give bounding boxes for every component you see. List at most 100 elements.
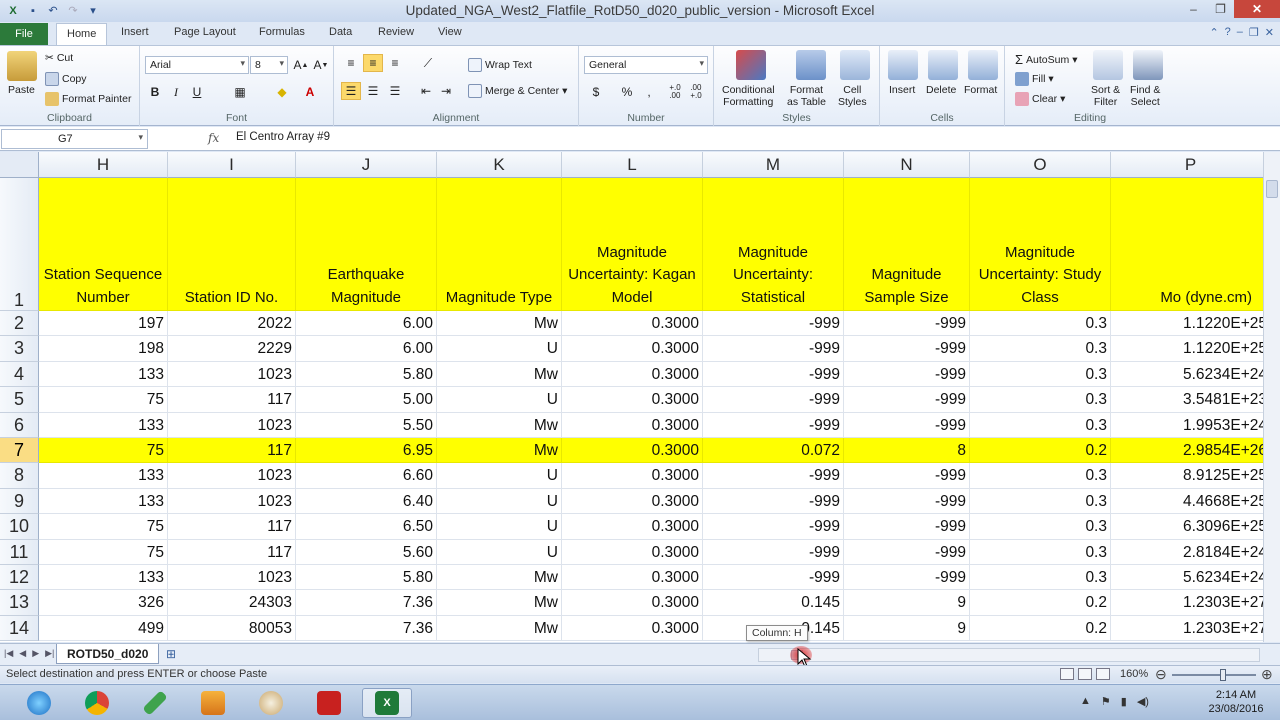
delete-button[interactable]: Delete: [926, 84, 956, 96]
next-sheet-icon[interactable]: ▶: [32, 648, 39, 659]
shrink-font-icon[interactable]: A ▼: [311, 56, 331, 74]
cell-l5[interactable]: 0.3000: [562, 387, 703, 413]
taskbar-excel[interactable]: X: [362, 688, 412, 718]
row-header-3[interactable]: 3: [0, 336, 39, 362]
cell-k7[interactable]: Mw: [437, 438, 562, 464]
column-header-n[interactable]: N: [844, 152, 970, 178]
cell-i13[interactable]: 24303: [168, 590, 296, 616]
header-cell-i[interactable]: Station ID No.: [168, 178, 296, 311]
cell-j7[interactable]: 6.95: [296, 438, 437, 464]
cell-i6[interactable]: 1023: [168, 412, 296, 438]
cell-n9[interactable]: -999: [844, 488, 970, 515]
row-header-7[interactable]: 7: [0, 438, 39, 464]
cell-n7[interactable]: 8: [844, 438, 970, 464]
cell-i4[interactable]: 1023: [168, 361, 296, 388]
cell-o8[interactable]: 0.3: [970, 463, 1111, 489]
row-header-1[interactable]: 1: [0, 178, 39, 311]
tab-insert[interactable]: Insert: [121, 26, 149, 38]
cell-p11[interactable]: 2.8184E+24: [1111, 540, 1263, 565]
cell-o11[interactable]: 0.3: [970, 539, 1111, 565]
fill-color-icon[interactable]: ◆: [272, 83, 292, 101]
column-header-h[interactable]: H: [39, 152, 168, 178]
row-header-2[interactable]: 2: [0, 311, 39, 337]
align-right-icon[interactable]: ☰: [385, 82, 405, 100]
select-all-corner[interactable]: [0, 152, 39, 178]
row-header-11[interactable]: 11: [0, 539, 39, 565]
cell-n13[interactable]: 9: [844, 590, 970, 616]
tab-home[interactable]: Home: [56, 23, 108, 45]
cell-n2[interactable]: -999: [844, 311, 970, 337]
cell-o9[interactable]: 0.3: [970, 488, 1111, 515]
font-color-icon[interactable]: A: [300, 83, 320, 101]
cell-m3[interactable]: -999: [703, 336, 844, 362]
header-cell-k[interactable]: Magnitude Type: [437, 178, 562, 311]
clear-button[interactable]: Clear ▾: [1015, 92, 1065, 106]
cell-j9[interactable]: 6.40: [296, 488, 437, 515]
header-cell-j[interactable]: Earthquake Magnitude: [296, 178, 437, 311]
cell-j13[interactable]: 7.36: [296, 590, 437, 616]
cell-p9[interactable]: 4.4668E+25: [1111, 489, 1263, 515]
conditional-formatting-button[interactable]: Conditional Formatting: [722, 84, 775, 108]
cell-h2[interactable]: 197: [39, 311, 168, 337]
row-header-14[interactable]: 14: [0, 615, 39, 642]
cell-m4[interactable]: -999: [703, 361, 844, 388]
vertical-scroll-thumb[interactable]: [1266, 180, 1278, 198]
insert-button[interactable]: Insert: [889, 84, 915, 96]
maximize-icon[interactable]: ❐: [1207, 0, 1234, 18]
sort-filter-button[interactable]: Sort & Filter: [1091, 84, 1120, 108]
column-header-o[interactable]: O: [970, 152, 1111, 178]
last-sheet-icon[interactable]: ▶|: [45, 648, 54, 659]
cell-i8[interactable]: 1023: [168, 463, 296, 489]
cell-h14[interactable]: 499: [39, 615, 168, 642]
cell-n14[interactable]: 9: [844, 615, 970, 642]
decrease-decimal-button[interactable]: .00 +.0: [686, 83, 706, 101]
currency-format-button[interactable]: $: [586, 83, 606, 101]
minimize-ribbon-icon[interactable]: ⌃: [1209, 26, 1218, 39]
column-header-m[interactable]: M: [703, 152, 844, 178]
cell-l12[interactable]: 0.3000: [562, 565, 703, 591]
page-layout-view-icon[interactable]: [1078, 668, 1092, 680]
taskbar-chrome[interactable]: [72, 688, 122, 718]
cell-i2[interactable]: 2022: [168, 311, 296, 337]
row-header-12[interactable]: 12: [0, 565, 39, 591]
column-header-p[interactable]: P: [1111, 152, 1263, 178]
cell-p7[interactable]: 2.9854E+26: [1111, 438, 1263, 464]
cell-l9[interactable]: 0.3000: [562, 488, 703, 515]
taskbar-paint[interactable]: [246, 688, 296, 718]
cell-j6[interactable]: 5.50: [296, 412, 437, 438]
merge-center-button[interactable]: Merge & Center ▾: [468, 84, 567, 98]
cell-j2[interactable]: 6.00: [296, 311, 437, 337]
find-select-button[interactable]: Find & Select: [1130, 84, 1160, 108]
cell-m12[interactable]: -999: [703, 565, 844, 591]
workbook-close-icon[interactable]: ✕: [1265, 26, 1274, 39]
cell-i12[interactable]: 1023: [168, 565, 296, 591]
cell-m2[interactable]: -999: [703, 311, 844, 337]
spreadsheet-grid[interactable]: H I J K L M N O P 1 Station Sequence Number Station …: [0, 152, 1263, 642]
cell-m11[interactable]: -999: [703, 539, 844, 565]
align-center-icon[interactable]: ☰: [363, 82, 383, 100]
cell-i9[interactable]: 1023: [168, 488, 296, 515]
taskbar-media[interactable]: [188, 688, 238, 718]
cell-j14[interactable]: 7.36: [296, 615, 437, 642]
show-hidden-icons[interactable]: ▲: [1080, 695, 1091, 708]
network-icon[interactable]: ▮: [1121, 695, 1127, 708]
normal-view-icon[interactable]: [1060, 668, 1074, 680]
bold-icon[interactable]: B: [145, 83, 165, 101]
row-header-6[interactable]: 6: [0, 412, 39, 438]
taskbar-acrobat[interactable]: [304, 688, 354, 718]
format-as-table-icon[interactable]: [796, 50, 826, 80]
cell-p3[interactable]: 1.1220E+25: [1111, 336, 1263, 362]
italic-icon[interactable]: I: [166, 83, 186, 101]
increase-decimal-button[interactable]: +.0 .00: [665, 83, 685, 101]
insert-function-icon[interactable]: fx: [208, 131, 219, 145]
cell-l10[interactable]: 0.3000: [562, 514, 703, 540]
minimize-icon[interactable]: –: [1180, 0, 1207, 18]
cell-l11[interactable]: 0.3000: [562, 539, 703, 565]
column-header-l[interactable]: L: [562, 152, 703, 178]
cell-l7[interactable]: 0.3000: [562, 438, 703, 464]
cell-j4[interactable]: 5.80: [296, 361, 437, 388]
cell-m10[interactable]: -999: [703, 514, 844, 540]
align-middle-icon[interactable]: ≡: [363, 54, 383, 72]
cell-l6[interactable]: 0.3000: [562, 412, 703, 438]
vertical-scrollbar[interactable]: [1263, 152, 1280, 642]
